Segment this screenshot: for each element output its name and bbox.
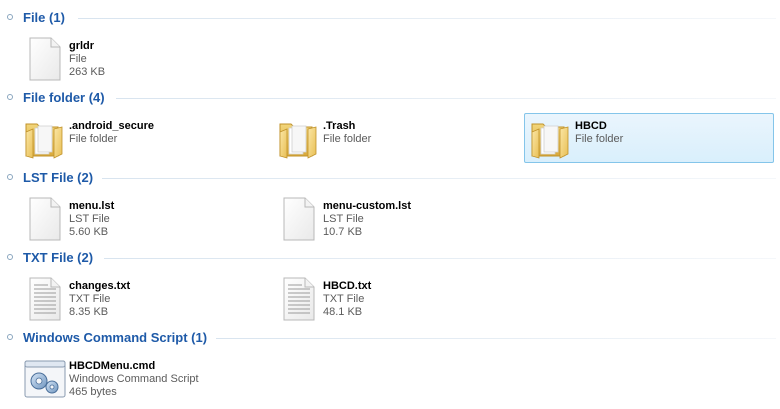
folder-icon	[528, 116, 574, 162]
file-size: 5.60 KB	[69, 226, 109, 238]
group-divider	[102, 178, 776, 179]
group-header-txt-file[interactable]: TXT File (2)	[0, 249, 780, 267]
file-name: grldr	[69, 40, 95, 52]
group-header-file[interactable]: File (1)	[0, 9, 780, 27]
file-size: 263 KB	[69, 66, 106, 78]
group-header-windows-command-script[interactable]: Windows Command Script (1)	[0, 329, 780, 347]
group-collapse-icon[interactable]	[7, 174, 13, 180]
folder-name: .android_secure	[69, 120, 154, 132]
file-size: 465 bytes	[69, 386, 117, 398]
file-name: HBCDMenu.cmd	[69, 360, 156, 372]
group-collapse-icon[interactable]	[7, 254, 13, 260]
file-name: menu.lst	[69, 200, 115, 212]
file-item-grldr[interactable]: grldr File 263 KB	[18, 33, 268, 83]
folder-item-hbcd[interactable]: HBCD File folder	[524, 113, 774, 163]
file-name: changes.txt	[69, 280, 131, 292]
file-item-changes-txt[interactable]: changes.txt TXT File 8.35 KB	[18, 273, 268, 323]
group-divider	[78, 18, 776, 19]
file-size: 8.35 KB	[69, 306, 109, 318]
group-divider	[104, 258, 776, 259]
file-item-hbcdmenu-cmd[interactable]: HBCDMenu.cmd Windows Command Script 465 …	[18, 353, 268, 403]
folder-name: .Trash	[323, 120, 356, 132]
group-collapse-icon[interactable]	[7, 94, 13, 100]
folder-icon	[22, 116, 68, 162]
folder-item-trash[interactable]: .Trash File folder	[272, 113, 522, 163]
folder-name: HBCD	[575, 120, 607, 132]
group-collapse-icon[interactable]	[7, 14, 13, 20]
blank-file-icon	[22, 36, 68, 82]
script-gear-icon	[22, 356, 68, 402]
group-title: TXT File (2)	[23, 250, 94, 265]
file-type: LST File	[323, 213, 364, 225]
folder-type: File folder	[69, 133, 118, 145]
file-type: LST File	[69, 213, 110, 225]
blank-file-icon	[276, 196, 322, 242]
text-file-icon	[276, 276, 322, 322]
group-title: Windows Command Script (1)	[23, 330, 208, 345]
file-type: TXT File	[69, 293, 111, 305]
group-divider	[116, 98, 776, 99]
group-title: File (1)	[23, 10, 65, 25]
group-title: File folder (4)	[23, 90, 105, 105]
file-name: menu-custom.lst	[323, 200, 412, 212]
group-divider	[216, 338, 776, 339]
file-item-menu-custom-lst[interactable]: menu-custom.lst LST File 10.7 KB	[272, 193, 522, 243]
file-size: 48.1 KB	[323, 306, 363, 318]
folder-item-android-secure[interactable]: .android_secure File folder	[18, 113, 268, 163]
folder-type: File folder	[323, 133, 372, 145]
folder-type: File folder	[575, 133, 624, 145]
group-title: LST File (2)	[23, 170, 94, 185]
group-collapse-icon[interactable]	[7, 334, 13, 340]
file-type: File	[69, 53, 87, 65]
file-name: HBCD.txt	[323, 280, 372, 292]
file-type: TXT File	[323, 293, 365, 305]
file-item-hbcd-txt[interactable]: HBCD.txt TXT File 48.1 KB	[272, 273, 522, 323]
folder-icon	[276, 116, 322, 162]
text-file-icon	[22, 276, 68, 322]
blank-file-icon	[22, 196, 68, 242]
file-item-menu-lst[interactable]: menu.lst LST File 5.60 KB	[18, 193, 268, 243]
group-header-lst-file[interactable]: LST File (2)	[0, 169, 780, 187]
file-type: Windows Command Script	[69, 373, 199, 385]
group-header-file-folder[interactable]: File folder (4)	[0, 89, 780, 107]
file-size: 10.7 KB	[323, 226, 363, 238]
